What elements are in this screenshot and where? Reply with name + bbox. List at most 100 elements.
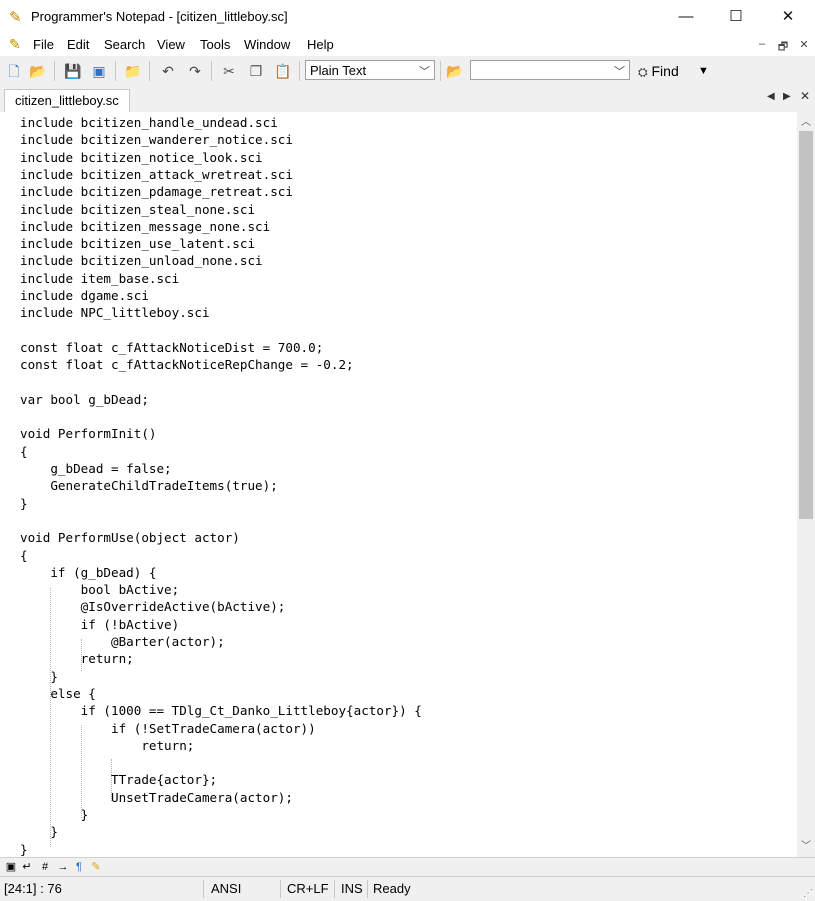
tab-citizen-littleboy[interactable]: citizen_littleboy.sc [4, 89, 130, 112]
tab-scroll-right-icon[interactable]: ▶ [783, 91, 791, 102]
scrollbar-thumb[interactable] [799, 131, 813, 519]
scheme-select[interactable]: Plain Text ﹀ [305, 60, 435, 80]
code-line[interactable]: include dgame.sci [20, 287, 149, 304]
line-numbers-icon[interactable]: # [38, 859, 52, 875]
code-line[interactable]: } [20, 841, 28, 857]
code-line[interactable]: void PerformInit() [20, 425, 156, 442]
search-input[interactable]: ﹀ [470, 60, 630, 80]
tab-bar: citizen_littleboy.sc ◀ ▶ ✕ [0, 86, 815, 113]
status-bar: [24:1] : 76 ANSI CR+LF INS Ready ⋰ [0, 876, 815, 901]
open-project-icon[interactable]: 📁 [122, 60, 144, 82]
menu-view[interactable]: View [157, 37, 185, 52]
code-editor[interactable]: include bcitizen_handle_undead.sci includ… [0, 112, 797, 857]
code-line[interactable]: include bcitizen_use_latent.sci [20, 235, 255, 252]
toolbar-separator [115, 61, 116, 81]
open-folder-icon[interactable]: 📂 [27, 60, 49, 82]
paste-icon[interactable]: 📋 [272, 60, 294, 82]
mdi-minimize-button[interactable]: – [754, 38, 770, 52]
new-file-icon[interactable]: 🗋 [3, 60, 25, 82]
menu-help[interactable]: Help [307, 37, 334, 52]
scheme-select-value: Plain Text [310, 63, 367, 78]
code-line[interactable]: return; [20, 737, 194, 754]
status-separator [367, 880, 368, 898]
scroll-down-icon[interactable]: ﹀ [797, 838, 815, 855]
code-line[interactable]: void PerformUse(object actor) [20, 529, 240, 546]
code-line[interactable]: { [20, 443, 28, 460]
tab-close-icon[interactable]: ✕ [800, 89, 810, 103]
undo-icon[interactable]: ↶ [157, 60, 179, 82]
code-line[interactable]: GenerateChildTradeItems(true); [20, 477, 277, 494]
maximize-button[interactable]: ☐ [713, 0, 759, 34]
insert-mode-status: INS [341, 881, 363, 896]
toolbar-separator [54, 61, 55, 81]
code-line[interactable]: TTrade{actor}; [20, 771, 217, 788]
code-line[interactable]: @IsOverrideActive(bActive); [20, 598, 286, 615]
code-line[interactable]: include bcitizen_unload_none.sci [20, 252, 263, 269]
save-icon[interactable]: 💾 [62, 60, 84, 82]
find-in-files-icon[interactable]: 📂 [444, 60, 466, 82]
status-separator [203, 880, 204, 898]
code-line[interactable]: { [20, 547, 28, 564]
code-line[interactable]: } [20, 668, 58, 685]
mdi-restore-button[interactable]: 🗗 [775, 38, 791, 53]
menu-search[interactable]: Search [104, 37, 145, 52]
code-line[interactable]: @Barter(actor); [20, 633, 225, 650]
find-label: Find [651, 63, 679, 79]
chevron-down-icon: ﹀ [614, 66, 625, 78]
menu-window[interactable]: Window [244, 37, 290, 52]
code-line[interactable]: const float c_fAttackNoticeRepChange = -… [20, 356, 354, 373]
close-button[interactable]: ✕ [765, 0, 811, 34]
eol-marker-icon[interactable]: ¶ [72, 859, 86, 875]
code-line[interactable]: if (!SetTradeCamera(actor)) [20, 720, 316, 737]
code-line[interactable]: include bcitizen_message_none.sci [20, 218, 270, 235]
toolbar-separator [440, 61, 441, 81]
app-icon: ✎ [9, 9, 22, 26]
code-line[interactable]: if (!bActive) [20, 616, 180, 633]
code-line[interactable]: return; [20, 650, 134, 667]
toolbar-separator [211, 61, 212, 81]
code-line[interactable]: include bcitizen_pdamage_retreat.sci [20, 183, 293, 200]
window-title: Programmer's Notepad - [citizen_littlebo… [31, 9, 288, 24]
redo-icon[interactable]: ↷ [184, 60, 206, 82]
code-line[interactable]: const float c_fAttackNoticeDist = 700.0; [20, 339, 323, 356]
resize-grip-icon[interactable]: ⋰ [803, 888, 813, 899]
code-line[interactable]: var bool g_bDead; [20, 391, 149, 408]
tab-scroll-left-icon[interactable]: ◀ [767, 91, 775, 102]
code-line[interactable]: bool bActive; [20, 581, 180, 598]
output-toolbar: ▣ ↵ # → ¶ ✎ [0, 857, 815, 876]
code-line[interactable]: if (g_bDead) { [20, 564, 156, 581]
menu-bar: ✎ File Edit Search View Tools Window Hel… [0, 34, 815, 57]
code-line[interactable]: include bcitizen_attack_wretreat.sci [20, 166, 293, 183]
cut-icon[interactable]: ✂ [218, 60, 240, 82]
find-button[interactable]: ⛭ Find [638, 60, 679, 82]
code-line[interactable]: } [20, 806, 89, 823]
code-line[interactable]: include bcitizen_notice_look.sci [20, 149, 263, 166]
code-line[interactable]: include NPC_littleboy.sci [20, 304, 210, 321]
toolbar: 🗋 📂 💾 ▣ 📁 ↶ ↷ ✂ ❐ 📋 Plain Text ﹀ 📂 ﹀ ⛭ F… [0, 56, 815, 87]
menu-edit[interactable]: Edit [67, 37, 89, 52]
code-line[interactable]: include bcitizen_steal_none.sci [20, 201, 255, 218]
code-line[interactable]: include bcitizen_wanderer_notice.sci [20, 131, 293, 148]
code-line[interactable]: } [20, 495, 28, 512]
word-wrap-icon[interactable]: ↵ [20, 859, 34, 875]
whitespace-icon[interactable]: → [56, 859, 70, 875]
code-line[interactable]: else { [20, 685, 96, 702]
copy-icon[interactable]: ❐ [245, 60, 267, 82]
vertical-scrollbar[interactable]: ︿ ﹀ [797, 112, 815, 857]
code-line[interactable]: g_bDead = false; [20, 460, 171, 477]
code-line[interactable]: if (1000 == TDlg_Ct_Danko_Littleboy{acto… [20, 702, 422, 719]
output-window-icon[interactable]: ▣ [4, 859, 18, 875]
toolbar-separator [299, 61, 300, 81]
code-line[interactable]: include bcitizen_handle_undead.sci [20, 114, 278, 131]
find-dropdown-button[interactable]: ▼ [698, 60, 709, 82]
menu-file[interactable]: File [33, 37, 54, 52]
code-line[interactable]: UnsetTradeCamera(actor); [20, 789, 293, 806]
scroll-up-icon[interactable]: ︿ [797, 114, 815, 131]
minimize-button[interactable]: — [663, 0, 709, 34]
highlight-icon[interactable]: ✎ [89, 859, 103, 875]
code-line[interactable]: include item_base.sci [20, 270, 179, 287]
mdi-close-button[interactable]: ✕ [796, 38, 812, 52]
save-all-icon[interactable]: ▣ [88, 60, 110, 82]
code-line[interactable]: } [20, 823, 58, 840]
menu-tools[interactable]: Tools [200, 37, 230, 52]
